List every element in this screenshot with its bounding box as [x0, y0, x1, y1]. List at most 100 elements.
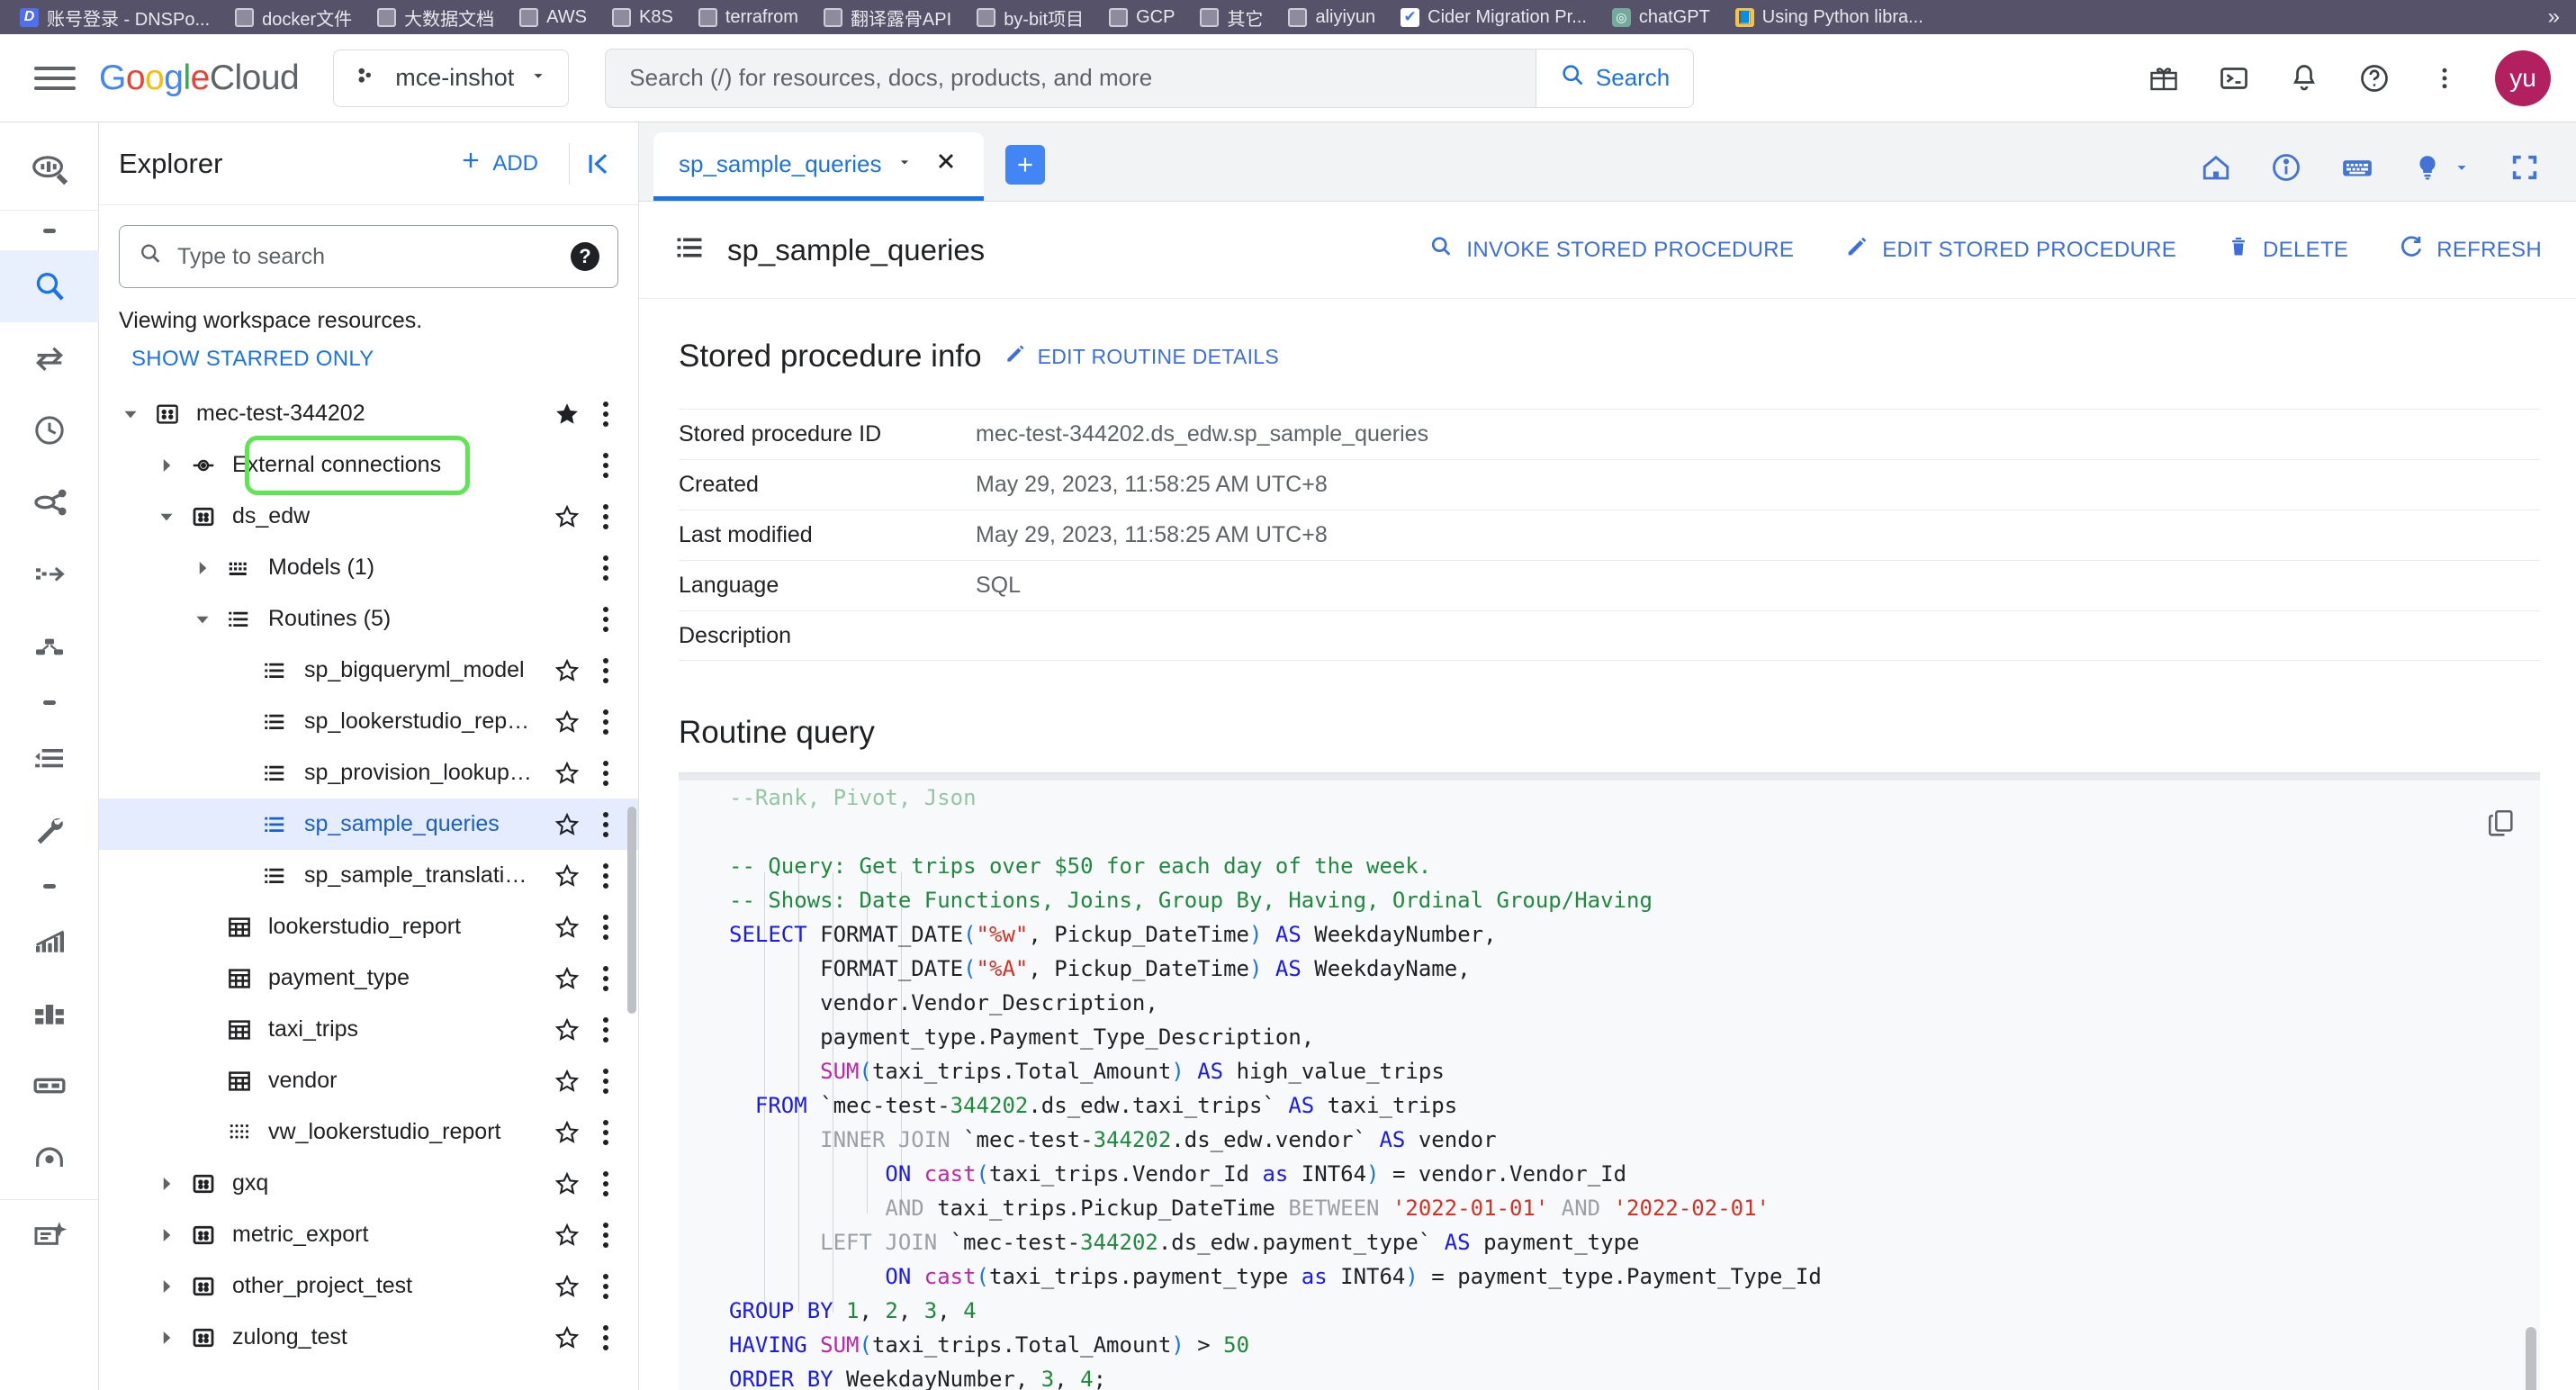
expand-arrow-icon[interactable] — [184, 608, 221, 631]
more-vert-icon[interactable] — [588, 657, 624, 683]
explorer-scrollbar[interactable] — [627, 807, 636, 1014]
analytics-hub-icon[interactable] — [0, 466, 99, 538]
scheduled-queries-icon[interactable] — [0, 394, 99, 466]
avatar[interactable]: yu — [2495, 50, 2551, 106]
bookmark-item[interactable]: by-bit项目 — [964, 2, 1096, 32]
transfer-icon[interactable] — [0, 322, 99, 394]
more-vert-icon[interactable] — [588, 1119, 624, 1145]
star-outline-icon[interactable] — [546, 1222, 588, 1249]
star-outline-icon[interactable] — [546, 965, 588, 992]
star-outline-icon[interactable] — [546, 760, 588, 787]
star-outline-icon[interactable] — [546, 709, 588, 736]
close-icon[interactable] — [933, 149, 959, 181]
star-outline-icon[interactable] — [546, 1170, 588, 1197]
capacity-management-icon[interactable] — [0, 978, 99, 1050]
bookmark-item[interactable]: docker文件 — [222, 2, 365, 32]
more-vert-icon[interactable] — [588, 760, 624, 786]
admin-tools-icon[interactable] — [0, 794, 99, 866]
search-input[interactable]: Search (/) for resources, docs, products… — [605, 48, 1536, 108]
more-vert-icon[interactable] — [588, 1170, 624, 1196]
tree-item-other-project-test[interactable]: other_project_test — [99, 1260, 638, 1312]
bookmark-item[interactable]: 📘 Using Python libra... — [1723, 2, 1936, 32]
star-outline-icon[interactable] — [546, 811, 588, 838]
delete-button[interactable]: DELETE — [2227, 234, 2348, 266]
copy-icon[interactable] — [2486, 808, 2517, 843]
more-vert-icon[interactable] — [588, 965, 624, 991]
expand-arrow-icon[interactable] — [184, 556, 221, 580]
bookmark-item[interactable]: D 账号登录 - DNSPo... — [7, 2, 222, 32]
tree-item-routines-5[interactable]: Routines (5) — [99, 593, 638, 645]
lightbulb-icon[interactable] — [2412, 152, 2472, 183]
data-canvas-icon[interactable] — [0, 610, 99, 682]
expand-arrow-icon[interactable] — [148, 1172, 185, 1196]
more-vert-icon[interactable] — [588, 555, 624, 581]
add-tab-button[interactable] — [1005, 145, 1046, 185]
keyboard-icon[interactable] — [2340, 150, 2374, 185]
tree-item-ds-edw[interactable]: ds_edw — [99, 491, 638, 542]
navigation-menu-icon[interactable] — [34, 58, 76, 99]
expand-arrow-icon[interactable] — [148, 1326, 185, 1349]
bookmark-item[interactable]: 翻译露骨API — [811, 2, 964, 32]
more-vert-icon[interactable] — [588, 1273, 624, 1299]
bookmark-item[interactable]: ✔ Cider Migration Pr... — [1388, 2, 1599, 32]
tree-item-sp-sample-queries[interactable]: sp_sample_queries — [99, 799, 638, 850]
tree-item-models-1[interactable]: Models (1) — [99, 542, 638, 593]
project-picker[interactable]: mce-inshot — [333, 49, 570, 107]
bookmark-item[interactable]: terrafrom — [686, 2, 811, 32]
terminal-icon[interactable] — [2214, 59, 2254, 98]
bookmark-item[interactable]: 其它 — [1187, 2, 1275, 32]
sql-code[interactable]: --Rank, Pivot, Json -- Query: Get trips … — [679, 773, 2540, 1390]
chevron-down-icon[interactable] — [896, 153, 914, 176]
star-outline-icon[interactable] — [546, 1273, 588, 1300]
bookmark-item[interactable]: 大数据文档 — [365, 2, 507, 32]
migration-icon[interactable] — [0, 1200, 99, 1272]
more-vert-icon[interactable] — [588, 606, 624, 632]
star-outline-icon[interactable] — [546, 914, 588, 941]
tree-item-taxi-trips[interactable]: taxi_trips — [99, 1004, 638, 1055]
refresh-button[interactable]: REFRESH — [2399, 234, 2542, 266]
tree-item-sp-sample-translati[interactable]: sp_sample_translati… — [99, 850, 638, 901]
add-button[interactable]: ADD — [458, 148, 554, 179]
tab-sp-sample-queries[interactable]: sp_sample_queries — [653, 132, 985, 201]
dataform-icon[interactable] — [0, 538, 99, 610]
help-icon[interactable]: ? — [571, 242, 599, 271]
tree-item-mec-test-344202[interactable]: mec-test-344202 — [99, 388, 638, 439]
invoke-stored-procedure-button[interactable]: INVOKE STORED PROCEDURE — [1428, 234, 1794, 266]
search-input[interactable]: Type to search ? — [119, 225, 618, 288]
more-vert-icon[interactable] — [588, 452, 624, 478]
tree-item-zulong-test[interactable]: zulong_test — [99, 1312, 638, 1363]
more-vert-icon[interactable] — [588, 709, 624, 735]
more-vert-icon[interactable] — [588, 503, 624, 529]
bookmark-item[interactable]: AWS — [507, 2, 599, 32]
tree-item-payment-type[interactable]: payment_type — [99, 952, 638, 1004]
star-outline-icon[interactable] — [546, 862, 588, 889]
google-cloud-logo[interactable]: GoogleCloud — [99, 59, 300, 98]
more-vert-icon[interactable] — [588, 914, 624, 940]
bigquery-logo-icon[interactable] — [0, 130, 99, 211]
tree-item-external-connections[interactable]: External connections — [99, 439, 638, 491]
bookmark-item[interactable]: ◎ chatGPT — [1599, 2, 1723, 32]
search-button[interactable]: Search — [1536, 48, 1695, 108]
tree-item-sp-provision-lookup[interactable]: sp_provision_lookup… — [99, 747, 638, 799]
edit-stored-procedure-button[interactable]: EDIT STORED PROCEDURE — [1844, 234, 2176, 266]
collapse-panel-icon[interactable] — [584, 149, 618, 179]
expand-arrow-icon[interactable] — [148, 1223, 185, 1247]
gift-icon[interactable] — [2144, 59, 2184, 98]
tree-item-sp-bigqueryml-model[interactable]: sp_bigqueryml_model — [99, 645, 638, 696]
tree-item-metric-export[interactable]: metric_export — [99, 1209, 638, 1260]
star-outline-icon[interactable] — [546, 503, 588, 530]
reservations-icon[interactable] — [0, 1050, 99, 1122]
more-vert-icon[interactable] — [588, 1222, 624, 1248]
search-icon[interactable] — [0, 250, 99, 322]
tree-item-gxq[interactable]: gxq — [99, 1158, 638, 1209]
more-vert-icon[interactable] — [588, 1016, 624, 1042]
expand-arrow-icon[interactable] — [148, 1275, 185, 1298]
star-filled-icon[interactable] — [546, 401, 588, 428]
bookmark-item[interactable]: K8S — [599, 2, 686, 32]
star-outline-icon[interactable] — [546, 1324, 588, 1351]
bi-engine-icon[interactable] — [0, 1122, 99, 1194]
bookmark-item[interactable]: aliyiyun — [1275, 2, 1388, 32]
expand-arrow-icon[interactable] — [148, 505, 185, 528]
tree-item-lookerstudio-report[interactable]: lookerstudio_report — [99, 901, 638, 952]
star-outline-icon[interactable] — [546, 657, 588, 684]
